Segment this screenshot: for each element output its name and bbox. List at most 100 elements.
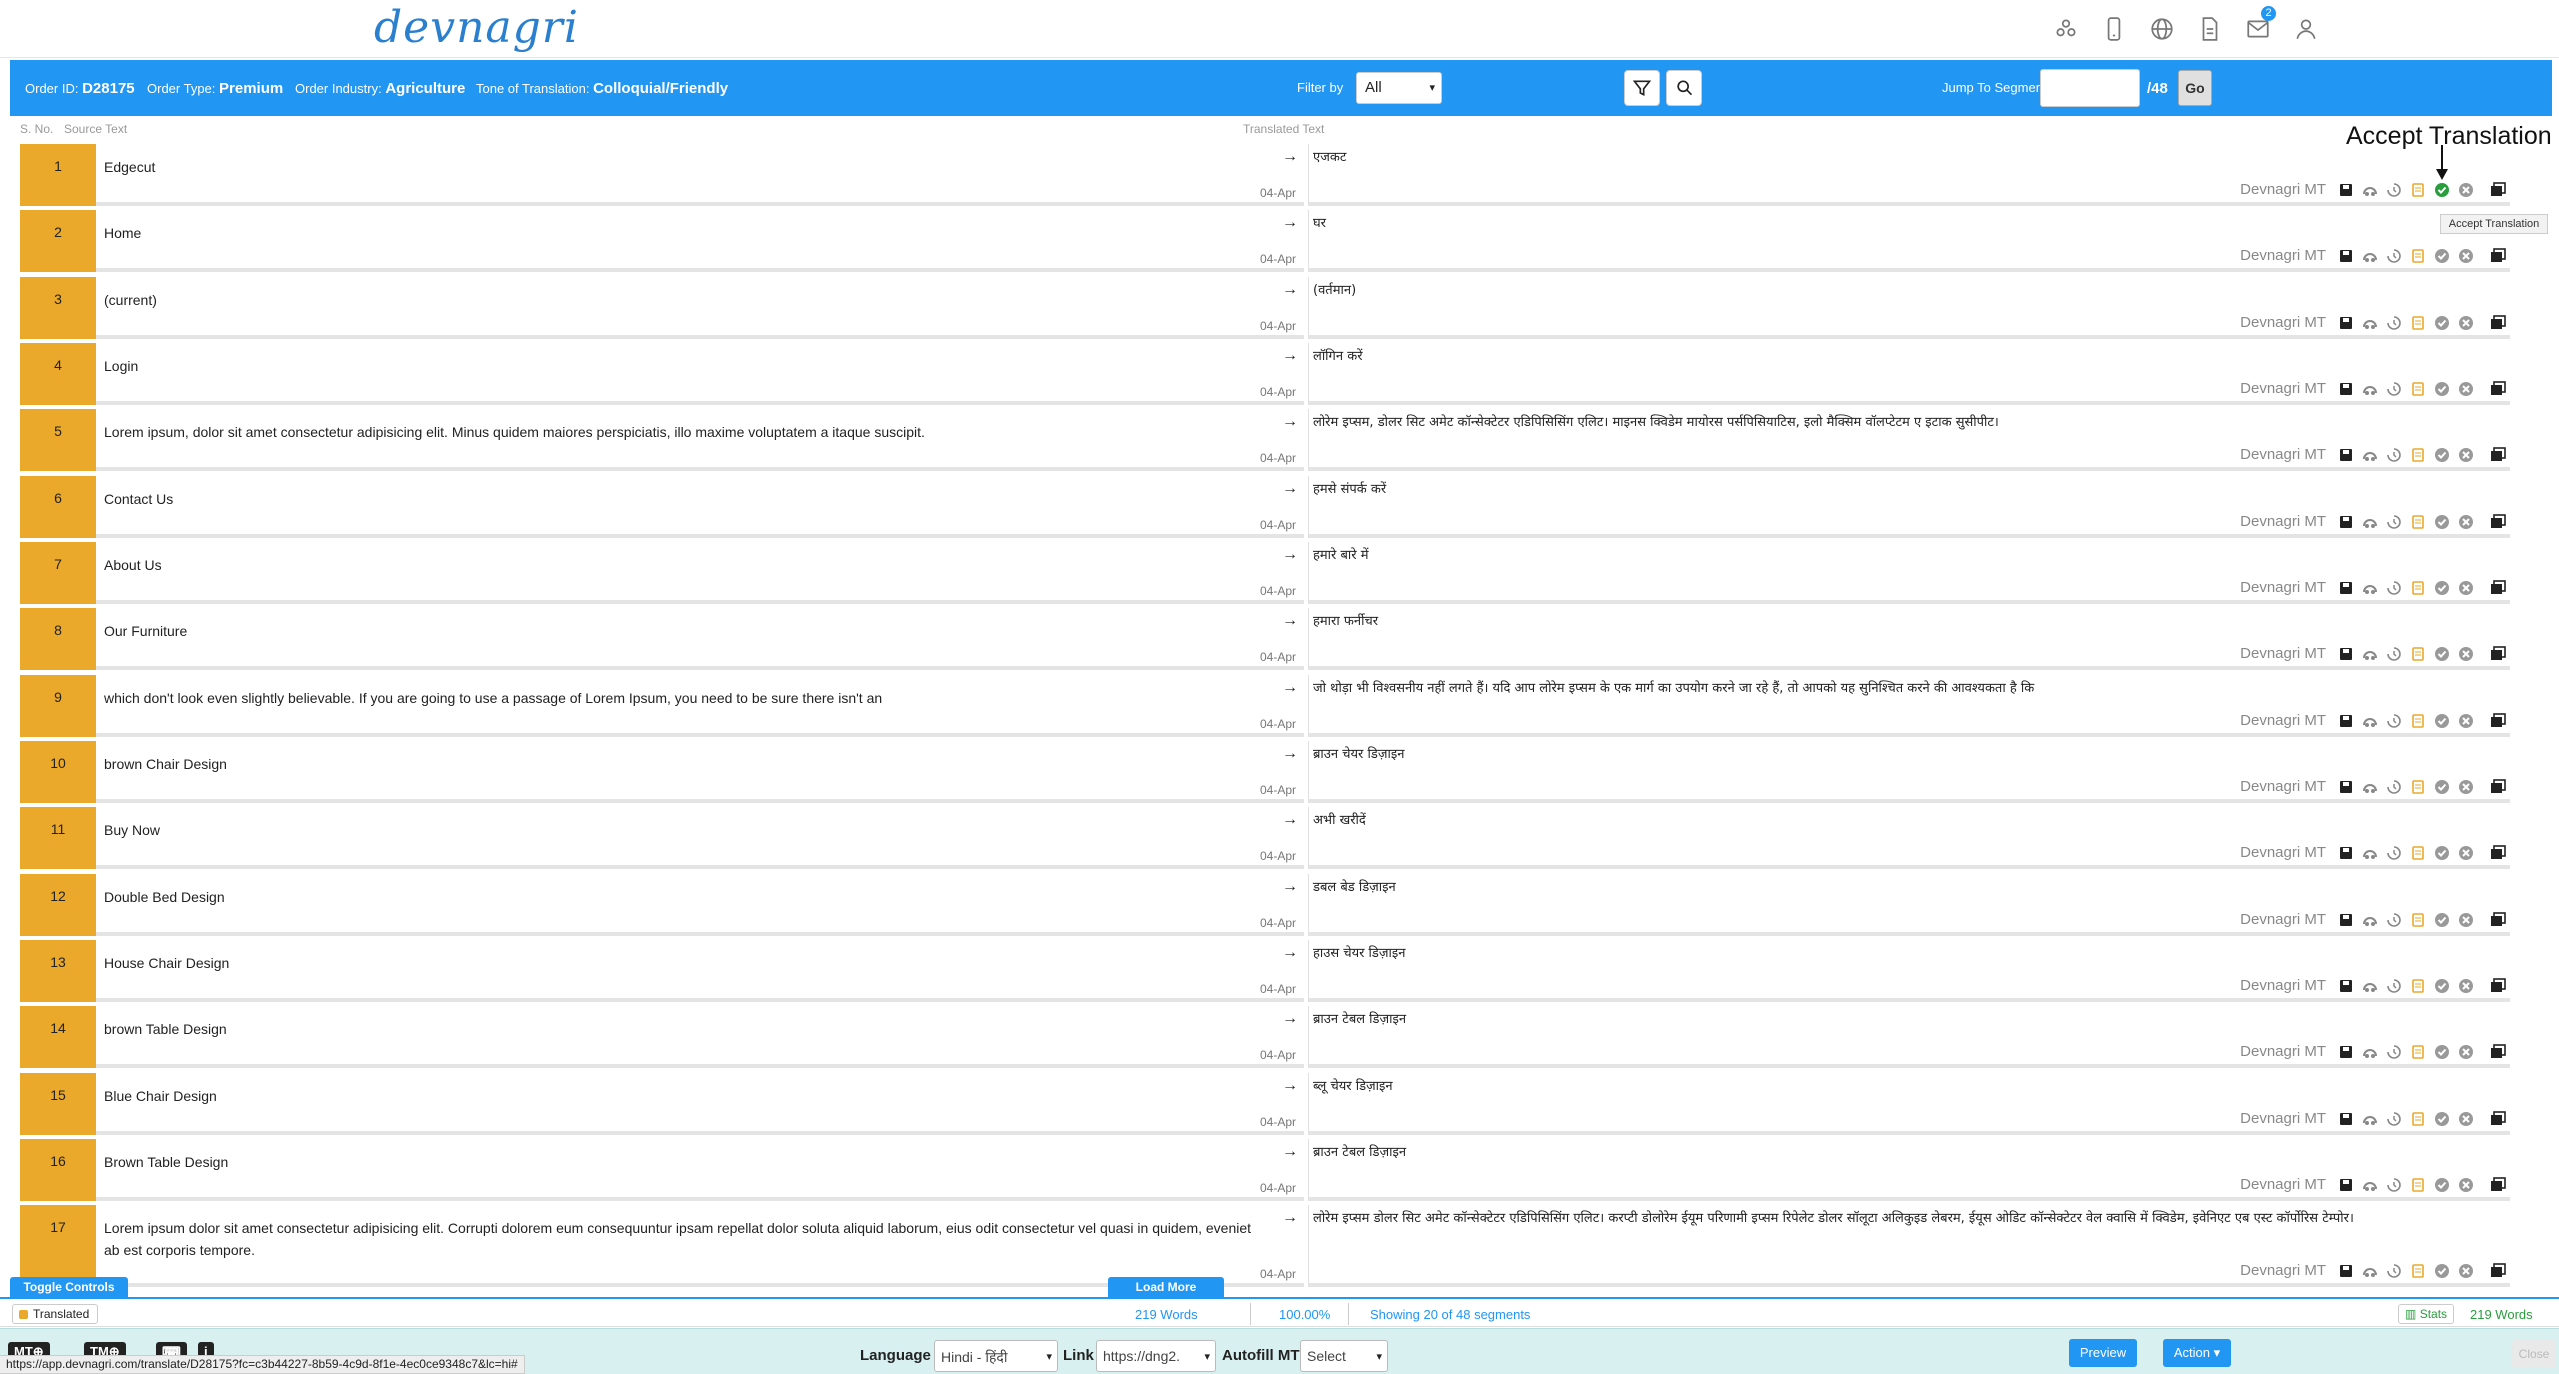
target-text[interactable]: ब्लू चेयर डिज़ाइन (1313, 1077, 2463, 1097)
target-cell[interactable]: हमारा फर्नीचर Devnagri MT (1308, 608, 2510, 670)
search-replace-button[interactable] (1666, 70, 1702, 106)
target-cell[interactable]: ब्राउन टेबल डिज़ाइन Devnagri MT (1308, 1139, 2510, 1201)
accept-translation-icon[interactable] (2434, 1111, 2450, 1127)
target-text[interactable]: लोरेम इप्सम डोलर सिट अमेट कॉन्सेक्टेटर ए… (1313, 1209, 2463, 1229)
save-icon[interactable] (2338, 580, 2354, 596)
history-icon[interactable] (2386, 845, 2402, 861)
target-cell[interactable]: लोरेम इप्सम डोलर सिट अमेट कॉन्सेक्टेटर ए… (1308, 1205, 2510, 1287)
history-icon[interactable] (2386, 646, 2402, 662)
accept-translation-icon[interactable] (2434, 182, 2450, 198)
copy-source-icon[interactable] (2410, 248, 2426, 264)
history-icon[interactable] (2386, 182, 2402, 198)
history-icon[interactable] (2386, 1263, 2402, 1279)
copy-to-target-arrow-icon[interactable]: → (1282, 413, 1298, 431)
target-cell[interactable]: लोरेम इप्सम, डोलर सिट अमेट कॉन्सेक्टेटर … (1308, 409, 2510, 471)
split-view-icon[interactable] (2490, 713, 2506, 729)
accept-translation-icon[interactable] (2434, 978, 2450, 994)
split-view-icon[interactable] (2490, 1044, 2506, 1060)
accept-translation-icon[interactable] (2434, 1263, 2450, 1279)
split-view-icon[interactable] (2490, 315, 2506, 331)
accept-translation-icon[interactable] (2434, 315, 2450, 331)
target-cell[interactable]: लॉगिन करें Devnagri MT (1308, 343, 2510, 405)
reject-translation-icon[interactable] (2458, 580, 2474, 596)
glossary-icon[interactable] (2362, 713, 2378, 729)
copy-source-icon[interactable] (2410, 381, 2426, 397)
glossary-icon[interactable] (2362, 447, 2378, 463)
go-button[interactable]: Go (2178, 70, 2212, 106)
reject-translation-icon[interactable] (2458, 1111, 2474, 1127)
copy-to-target-arrow-icon[interactable]: → (1282, 944, 1298, 962)
copy-to-target-arrow-icon[interactable]: → (1282, 1143, 1298, 1161)
accept-translation-icon[interactable] (2434, 779, 2450, 795)
history-icon[interactable] (2386, 713, 2402, 729)
reject-translation-icon[interactable] (2458, 1044, 2474, 1060)
copy-source-icon[interactable] (2410, 1111, 2426, 1127)
reject-translation-icon[interactable] (2458, 447, 2474, 463)
reject-translation-icon[interactable] (2458, 514, 2474, 530)
copy-to-target-arrow-icon[interactable]: → (1282, 745, 1298, 763)
history-icon[interactable] (2386, 1044, 2402, 1060)
target-cell[interactable]: ब्राउन चेयर डिज़ाइन Devnagri MT (1308, 741, 2510, 803)
split-view-icon[interactable] (2490, 580, 2506, 596)
reject-translation-icon[interactable] (2458, 779, 2474, 795)
target-text[interactable]: ब्राउन टेबल डिज़ाइन (1313, 1143, 2463, 1163)
save-icon[interactable] (2338, 248, 2354, 264)
glossary-icon[interactable] (2362, 912, 2378, 928)
target-text[interactable]: जो थोड़ा भी विश्वसनीय नहीं लगते हैं। यदि… (1313, 679, 2463, 699)
copy-source-icon[interactable] (2410, 1044, 2426, 1060)
jump-to-segment-input[interactable] (2040, 69, 2140, 107)
reject-translation-icon[interactable] (2458, 1177, 2474, 1193)
history-icon[interactable] (2386, 580, 2402, 596)
glossary-icon[interactable] (2362, 1177, 2378, 1193)
copy-to-target-arrow-icon[interactable]: → (1282, 1077, 1298, 1095)
copy-source-icon[interactable] (2410, 1263, 2426, 1279)
target-cell[interactable]: ब्लू चेयर डिज़ाइन Devnagri MT (1308, 1073, 2510, 1135)
save-icon[interactable] (2338, 1177, 2354, 1193)
copy-source-icon[interactable] (2410, 713, 2426, 729)
target-text[interactable]: एजकट (1313, 148, 2463, 168)
target-text[interactable]: डबल बेड डिज़ाइन (1313, 878, 2463, 898)
copy-source-icon[interactable] (2410, 978, 2426, 994)
history-icon[interactable] (2386, 978, 2402, 994)
glossary-icon[interactable] (2362, 1263, 2378, 1279)
stats-button[interactable]: ▥ Stats (2398, 1304, 2455, 1324)
history-icon[interactable] (2386, 779, 2402, 795)
copy-to-target-arrow-icon[interactable]: → (1282, 347, 1298, 365)
copy-source-icon[interactable] (2410, 580, 2426, 596)
split-view-icon[interactable] (2490, 248, 2506, 264)
save-icon[interactable] (2338, 713, 2354, 729)
copy-to-target-arrow-icon[interactable]: → (1282, 1209, 1298, 1227)
copy-source-icon[interactable] (2410, 514, 2426, 530)
reject-translation-icon[interactable] (2458, 381, 2474, 397)
copy-source-icon[interactable] (2410, 646, 2426, 662)
glossary-icon[interactable] (2362, 514, 2378, 530)
split-view-icon[interactable] (2490, 1111, 2506, 1127)
history-icon[interactable] (2386, 912, 2402, 928)
close-button[interactable]: Close (2512, 1340, 2556, 1368)
glossary-icon[interactable] (2362, 248, 2378, 264)
toggle-controls-button[interactable]: Toggle Controls (10, 1277, 128, 1297)
save-icon[interactable] (2338, 315, 2354, 331)
glossary-icon[interactable] (2362, 315, 2378, 331)
accept-translation-icon[interactable] (2434, 845, 2450, 861)
save-icon[interactable] (2338, 514, 2354, 530)
save-icon[interactable] (2338, 912, 2354, 928)
save-icon[interactable] (2338, 182, 2354, 198)
copy-to-target-arrow-icon[interactable]: → (1282, 480, 1298, 498)
copy-source-icon[interactable] (2410, 1177, 2426, 1193)
save-icon[interactable] (2338, 646, 2354, 662)
save-icon[interactable] (2338, 1111, 2354, 1127)
copy-to-target-arrow-icon[interactable]: → (1282, 281, 1298, 299)
history-icon[interactable] (2386, 381, 2402, 397)
copy-to-target-arrow-icon[interactable]: → (1282, 679, 1298, 697)
glossary-icon[interactable] (2362, 845, 2378, 861)
save-icon[interactable] (2338, 845, 2354, 861)
history-icon[interactable] (2386, 514, 2402, 530)
reject-translation-icon[interactable] (2458, 182, 2474, 198)
split-view-icon[interactable] (2490, 1263, 2506, 1279)
copy-source-icon[interactable] (2410, 779, 2426, 795)
target-text[interactable]: हमारे बारे में (1313, 546, 2463, 566)
copy-source-icon[interactable] (2410, 845, 2426, 861)
target-cell[interactable]: डबल बेड डिज़ाइन Devnagri MT (1308, 874, 2510, 936)
mail-icon[interactable]: 2 (2245, 6, 2276, 42)
